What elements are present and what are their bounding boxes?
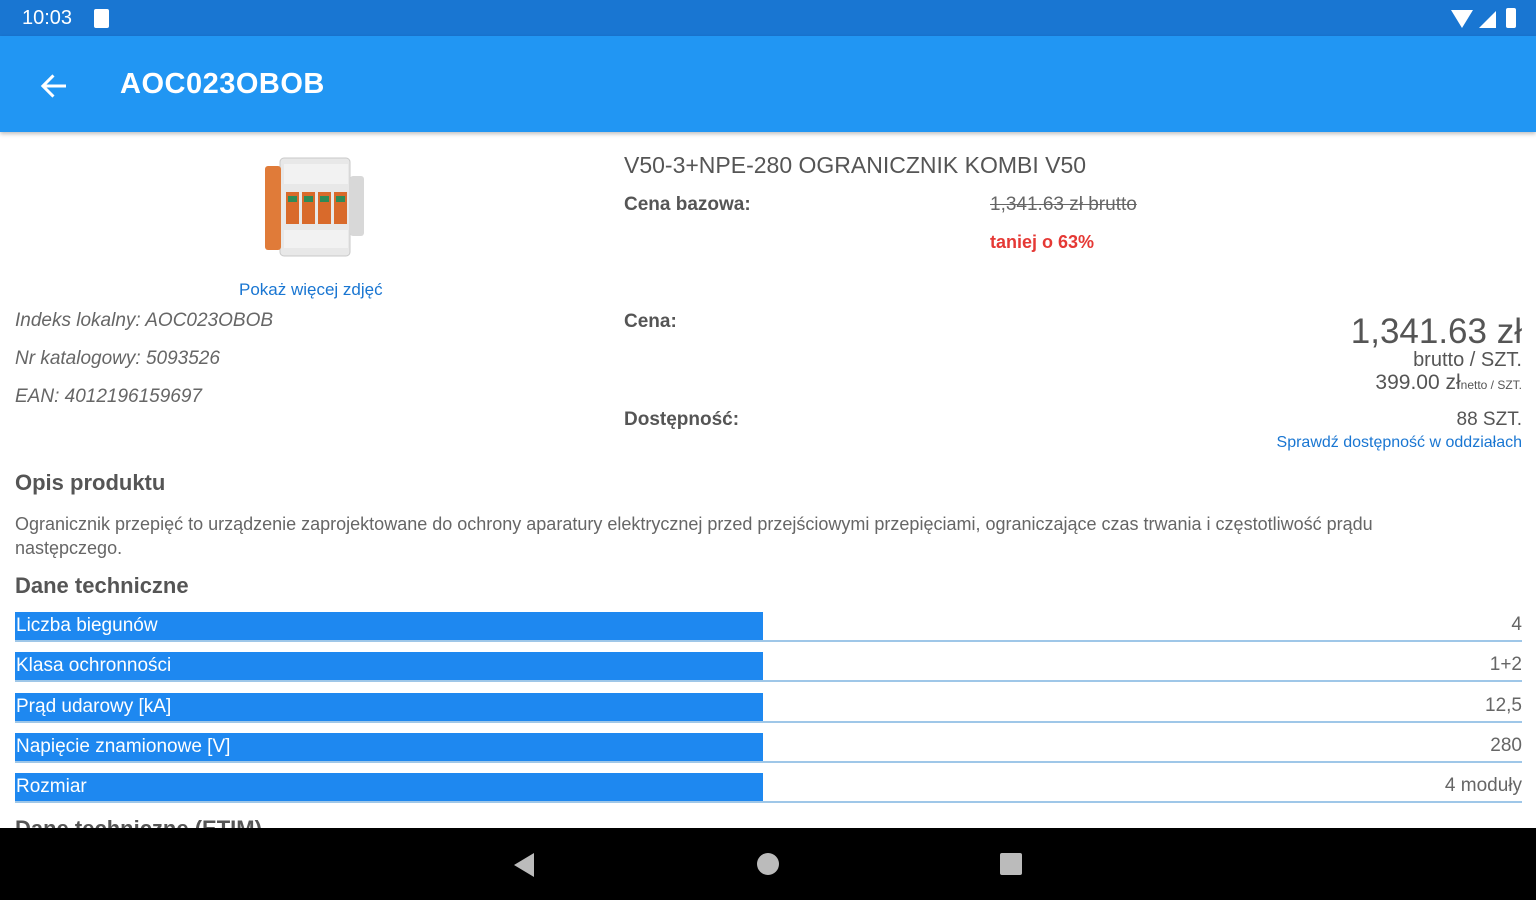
nav-home-icon[interactable] xyxy=(757,853,779,875)
tech-row-name: Liczba biegunów xyxy=(15,612,763,640)
price-block: 1,341.63 zł brutto / SZT. 399.00 złnetto… xyxy=(1351,314,1522,398)
tech-row: Rozmiar 4 moduły xyxy=(15,773,1522,803)
signal-icon xyxy=(1479,11,1496,28)
navigation-bar xyxy=(0,828,1536,900)
tech-row-value: 4 moduły xyxy=(1444,775,1522,796)
app-bar: AOC023OBOB xyxy=(0,36,1536,132)
page-title: AOC023OBOB xyxy=(120,68,325,100)
net-price: 399.00 zł xyxy=(1375,371,1461,394)
local-index: Indeks lokalny: AOC023OBOB xyxy=(15,310,274,331)
more-photos-link[interactable]: Pokaż więcej zdjęć xyxy=(239,280,383,300)
wifi-icon xyxy=(1451,10,1473,28)
tech-row: Napięcie znamionowe [V] 280 xyxy=(15,733,1522,763)
status-icons xyxy=(1451,8,1516,28)
gross-price: 1,341.63 zł xyxy=(1350,312,1522,351)
back-arrow-icon[interactable] xyxy=(34,66,74,106)
net-price-unit: netto / SZT. xyxy=(1460,378,1522,392)
tech-row-value: 12,5 xyxy=(1485,695,1522,716)
base-price: 1,341.63 zł brutto xyxy=(990,194,1137,215)
catalog-number: Nr katalogowy: 5093526 xyxy=(15,348,220,369)
discount-badge: taniej o 63% xyxy=(990,232,1095,252)
product-details[interactable]: Pokaż więcej zdjęć Indeks lokalny: AOC02… xyxy=(0,132,1536,828)
nav-back-icon[interactable] xyxy=(514,853,534,877)
battery-icon xyxy=(1506,8,1516,28)
tech-row: Klasa ochronności 1+2 xyxy=(15,652,1522,682)
base-price-label: Cena bazowa: xyxy=(624,194,751,215)
tech-row-name: Rozmiar xyxy=(15,773,763,801)
etim-title: Dane techniczne (ETIM) xyxy=(15,816,262,828)
status-bar: 10:03 xyxy=(0,0,1536,36)
tech-row-value: 1+2 xyxy=(1489,654,1522,675)
tech-row-name: Klasa ochronności xyxy=(15,652,763,680)
tech-row-name: Napięcie znamionowe [V] xyxy=(15,733,763,761)
tech-row-value: 4 xyxy=(1511,614,1522,635)
nav-recent-apps-icon[interactable] xyxy=(1000,853,1022,875)
availability-value: 88 SZT. xyxy=(1456,409,1522,430)
ean-code: EAN: 4012196159697 xyxy=(15,386,202,407)
check-availability-link[interactable]: Sprawdź dostępność w oddziałach xyxy=(1277,434,1522,452)
gross-price-unit: brutto / SZT. xyxy=(1413,349,1522,371)
status-time: 10:03 xyxy=(22,7,73,29)
sd-card-icon xyxy=(94,9,109,28)
tech-row: Prąd udarowy [kA] 12,5 xyxy=(15,693,1522,723)
product-image[interactable] xyxy=(262,156,370,266)
tech-row-name: Prąd udarowy [kA] xyxy=(15,693,763,721)
tech-row-value: 280 xyxy=(1490,735,1522,756)
description-text: Ogranicznik przepięć to urządzenie zapro… xyxy=(15,514,1373,558)
technical-title: Dane techniczne xyxy=(15,573,189,598)
availability-label: Dostępność: xyxy=(624,409,740,430)
product-name: V50-3+NPE-280 OGRANICZNIK KOMBI V50 xyxy=(624,152,1087,178)
tech-row: Liczba biegunów 4 xyxy=(15,612,1522,642)
net-price-line: 399.00 złnetto / SZT. xyxy=(1351,370,1522,398)
price-label: Cena: xyxy=(624,311,677,332)
description-title: Opis produktu xyxy=(15,470,166,495)
